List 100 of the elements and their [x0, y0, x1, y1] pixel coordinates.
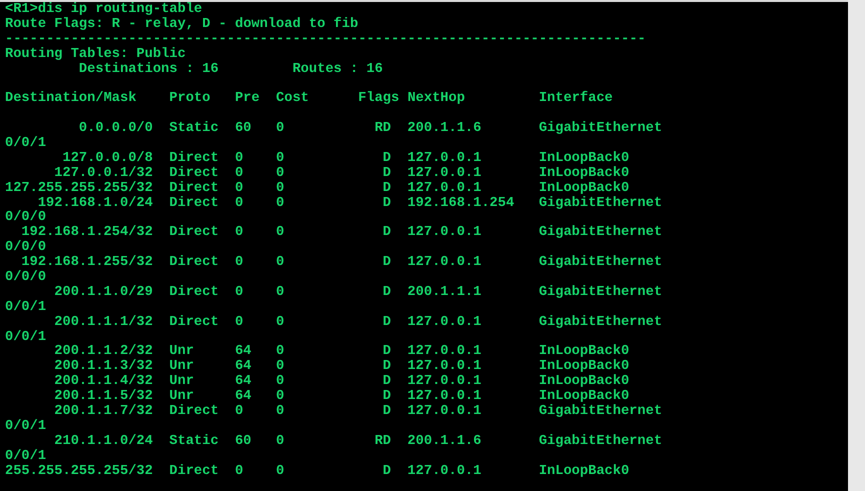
table-cell-text: 64: [234, 345, 252, 360]
column-header: Flags: [358, 92, 400, 108]
column-header: Cost: [276, 92, 309, 108]
table-cell: D: [382, 196, 391, 212]
table-cell-text: 192.168.1.254/32: [21, 226, 153, 240]
table-cell-text: 64: [234, 360, 252, 374]
table-cell-text: 127.255.255.255/32: [4, 182, 153, 196]
table-cell: D: [382, 182, 391, 197]
table-cell: 0: [234, 256, 244, 272]
separator-line: ------------------------------------------------------------------------------: [5, 32, 646, 47]
command-line: <R1>dis ip routing-table: [5, 2, 202, 17]
table-cell-text: 64: [234, 375, 252, 390]
table-cell: 0: [234, 316, 244, 331]
table-cell: 210.1.1.0/24: [54, 434, 153, 450]
table-cell: D: [382, 405, 391, 420]
table-cell: GigabitEthernet: [538, 316, 662, 331]
table-cell-text: Direct: [169, 182, 219, 196]
table-cell-text: InLoopBack0: [538, 152, 630, 166]
table-cell-text: 0: [234, 166, 244, 182]
table-cell-text: 127.0.0.1: [407, 345, 482, 360]
table-cell-text: Unr: [169, 375, 194, 390]
table-cell: D: [382, 152, 391, 167]
table-cell-text: InLoopBack0: [538, 375, 630, 390]
table-cell: 200.1.1.0/29: [54, 286, 153, 301]
table-cell: 127.0.0.1: [407, 226, 482, 242]
table-cell: 200.1.1.6: [407, 122, 482, 138]
table-cell: D: [382, 226, 391, 242]
destinations-count: Destinations : 16: [78, 62, 219, 78]
table-cell-text: 127.0.0.1/32: [54, 166, 153, 181]
table-cell: 192.168.1.254: [407, 196, 514, 212]
table-cell: 0: [276, 122, 284, 138]
table-cell: 0: [276, 405, 284, 420]
table-cell: 0/0/1: [5, 330, 46, 345]
table-cell: Static: [169, 122, 219, 138]
table-cell-text: 127.0.0.1: [407, 375, 482, 390]
table-cell: 255.255.255.255/32: [4, 464, 153, 480]
column-header: Proto: [169, 92, 210, 108]
table-cell: 0: [276, 286, 284, 301]
table-cell: 200.1.1.1: [407, 286, 482, 301]
table-cell-text: 0: [276, 375, 284, 390]
table-cell-text: 0: [276, 390, 284, 404]
table-cell-text: 0: [276, 152, 284, 166]
table-cell: 200.1.1.1/32: [54, 316, 153, 331]
table-cell: GigabitEthernet: [538, 434, 662, 450]
table-cell-text: 200.1.1.4/32: [54, 375, 153, 390]
table-cell-text: 127.0.0.1: [407, 360, 482, 374]
table-cell: GigabitEthernet: [538, 196, 662, 212]
table-cell: Direct: [169, 256, 219, 272]
table-cell: Direct: [169, 226, 219, 242]
column-header: Interface: [538, 92, 613, 108]
table-cell-text: D: [382, 345, 391, 360]
table-cell-text: 200.1.1.3/32: [54, 360, 153, 374]
routes-count: Routes : 16: [292, 62, 383, 78]
table-cell: GigabitEthernet: [538, 256, 662, 272]
table-cell: 0/0/0: [5, 270, 46, 286]
table-cell: 0: [234, 196, 244, 212]
table-cell: GigabitEthernet: [538, 122, 662, 138]
table-cell: 0: [276, 226, 284, 242]
table-cell: D: [382, 286, 391, 301]
table-cell: 0: [234, 464, 244, 480]
table-cell: 200.1.1.6: [407, 434, 482, 450]
table-cell: GigabitEthernet: [538, 226, 662, 242]
table-cell-text: Direct: [169, 166, 219, 181]
table-cell-text: Direct: [169, 152, 219, 166]
table-cell: 0: [276, 464, 284, 480]
table-cell-text: D: [382, 360, 391, 375]
table-cell: 0: [276, 316, 284, 331]
table-cell-text: Unr: [169, 360, 194, 375]
table-cell: InLoopBack0: [538, 464, 630, 480]
table-cell-text: Unr: [169, 390, 194, 404]
table-cell: 127.0.0.1: [407, 256, 482, 272]
table-cell-text: 192.168.1.255/32: [21, 256, 153, 270]
table-cell-text: InLoopBack0: [538, 182, 630, 196]
table-cell: D: [382, 166, 391, 182]
column-header: NextHop: [407, 92, 465, 108]
table-cell: Direct: [169, 286, 219, 301]
flags-legend: Route Flags: R - relay, D - download to fib: [5, 16, 358, 32]
table-cell-text: InLoopBack0: [538, 166, 630, 181]
table-cell: RD: [374, 434, 391, 450]
table-cell: D: [382, 316, 391, 331]
table-cell-text: 0: [234, 152, 244, 166]
table-cell: Static: [169, 434, 219, 450]
table-cell-text: 0: [276, 345, 284, 360]
table-cell-text: 200.1.1.5/32: [54, 390, 153, 404]
table-cell: Direct: [169, 316, 219, 331]
table-cell: GigabitEthernet: [538, 405, 662, 420]
table-cell: 127.0.0.1: [407, 405, 482, 420]
table-cell: Direct: [169, 405, 219, 420]
table-cell: D: [382, 256, 391, 272]
table-cell-text: D: [382, 375, 391, 390]
table-cell: 127.0.0.1: [407, 316, 482, 331]
table-cell-text: 192.168.1.0/24: [38, 196, 153, 211]
table-cell: Direct: [169, 464, 219, 480]
table-cell-text: 200.1.1.2/32: [54, 345, 153, 360]
table-cell: RD: [374, 122, 391, 138]
table-cell: 0/0/0: [5, 210, 46, 226]
table-cell-text: Unr: [169, 345, 194, 360]
table-cell: 0: [234, 226, 244, 242]
table-cell-text: InLoopBack0: [538, 360, 630, 374]
table-cell: 0: [276, 256, 284, 272]
